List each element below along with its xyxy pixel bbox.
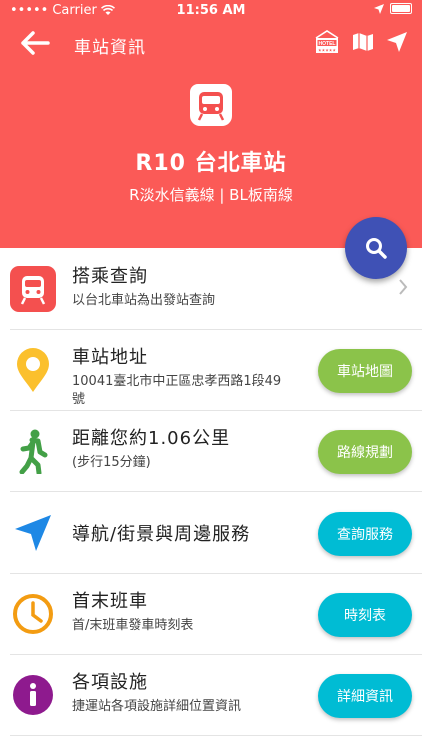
first-last-train-title: 首末班車 (72, 591, 148, 612)
train-icon (10, 266, 56, 312)
address-title: 車站地址 (72, 347, 148, 368)
navigation-row: 導航/街景與周邊服務 查詢服務 (10, 494, 422, 574)
distance-title: 距離您約1.06公里 (72, 428, 231, 449)
navigation-arrow-icon[interactable] (386, 31, 408, 53)
svg-text:★★★★★: ★★★★★ (318, 48, 336, 53)
back-arrow-icon[interactable] (20, 30, 50, 56)
first-last-train-row: 首末班車 首/末班車發車時刻表 時刻表 (10, 575, 422, 655)
route-planning-button[interactable]: 路線規劃 (318, 430, 412, 474)
battery-icon (390, 3, 412, 14)
map-icon[interactable] (352, 31, 374, 53)
ride-query-title: 搭乘查詢 (72, 266, 148, 287)
details-button[interactable]: 詳細資訊 (318, 674, 412, 718)
first-last-train-subtitle: 首/末班車發車時刻表 (72, 618, 194, 633)
chevron-right-icon (399, 279, 408, 295)
location-pin-icon (10, 347, 56, 393)
timetable-button[interactable]: 時刻表 (318, 593, 412, 637)
train-icon (190, 84, 232, 126)
status-bar: ••••• Carrier 11:56 AM (0, 0, 422, 22)
distance-row: 距離您約1.06公里 (步行15分鐘) 路線規劃 (10, 412, 422, 492)
walking-time: (步行15分鐘) (72, 455, 151, 470)
status-time: 11:56 AM (176, 3, 246, 18)
navigation-title: 導航/街景與周邊服務 (72, 524, 251, 545)
facilities-subtitle: 捷運站各項設施詳細位置資訊 (72, 699, 242, 714)
station-header: ••••• Carrier 11:56 AM 車站資訊 HOTEL ★★★★★ R… (0, 0, 422, 248)
hotel-icon[interactable]: HOTEL★★★★★ (314, 30, 340, 54)
page-title: 車站資訊 (74, 38, 146, 58)
clock-icon (10, 591, 56, 637)
search-button[interactable] (345, 217, 407, 279)
query-service-button[interactable]: 查詢服務 (318, 512, 412, 556)
location-arrow-icon (374, 3, 384, 14)
station-name: R10 台北車站 (135, 151, 287, 176)
search-icon (366, 238, 387, 259)
info-icon (10, 672, 56, 718)
station-lines: R淡水信義線 | BL板南線 (129, 186, 293, 204)
walking-icon (10, 428, 56, 474)
station-map-button[interactable]: 車站地圖 (318, 349, 412, 393)
navigation-icon (10, 510, 56, 556)
nav-actions: HOTEL ★★★★★ (314, 30, 408, 54)
facilities-row: 各項設施 捷運站各項設施詳細位置資訊 詳細資訊 (10, 656, 422, 736)
station-address-row: 車站地址 10041臺北市中正區忠孝西路1段49號 車站地圖 (10, 331, 422, 411)
svg-text:HOTEL: HOTEL (319, 41, 336, 47)
facilities-title: 各項設施 (72, 672, 148, 693)
ride-query-subtitle: 以台北車站為出發站查詢 (72, 293, 216, 308)
address-text: 10041臺北市中正區忠孝西路1段49號 (72, 374, 282, 407)
